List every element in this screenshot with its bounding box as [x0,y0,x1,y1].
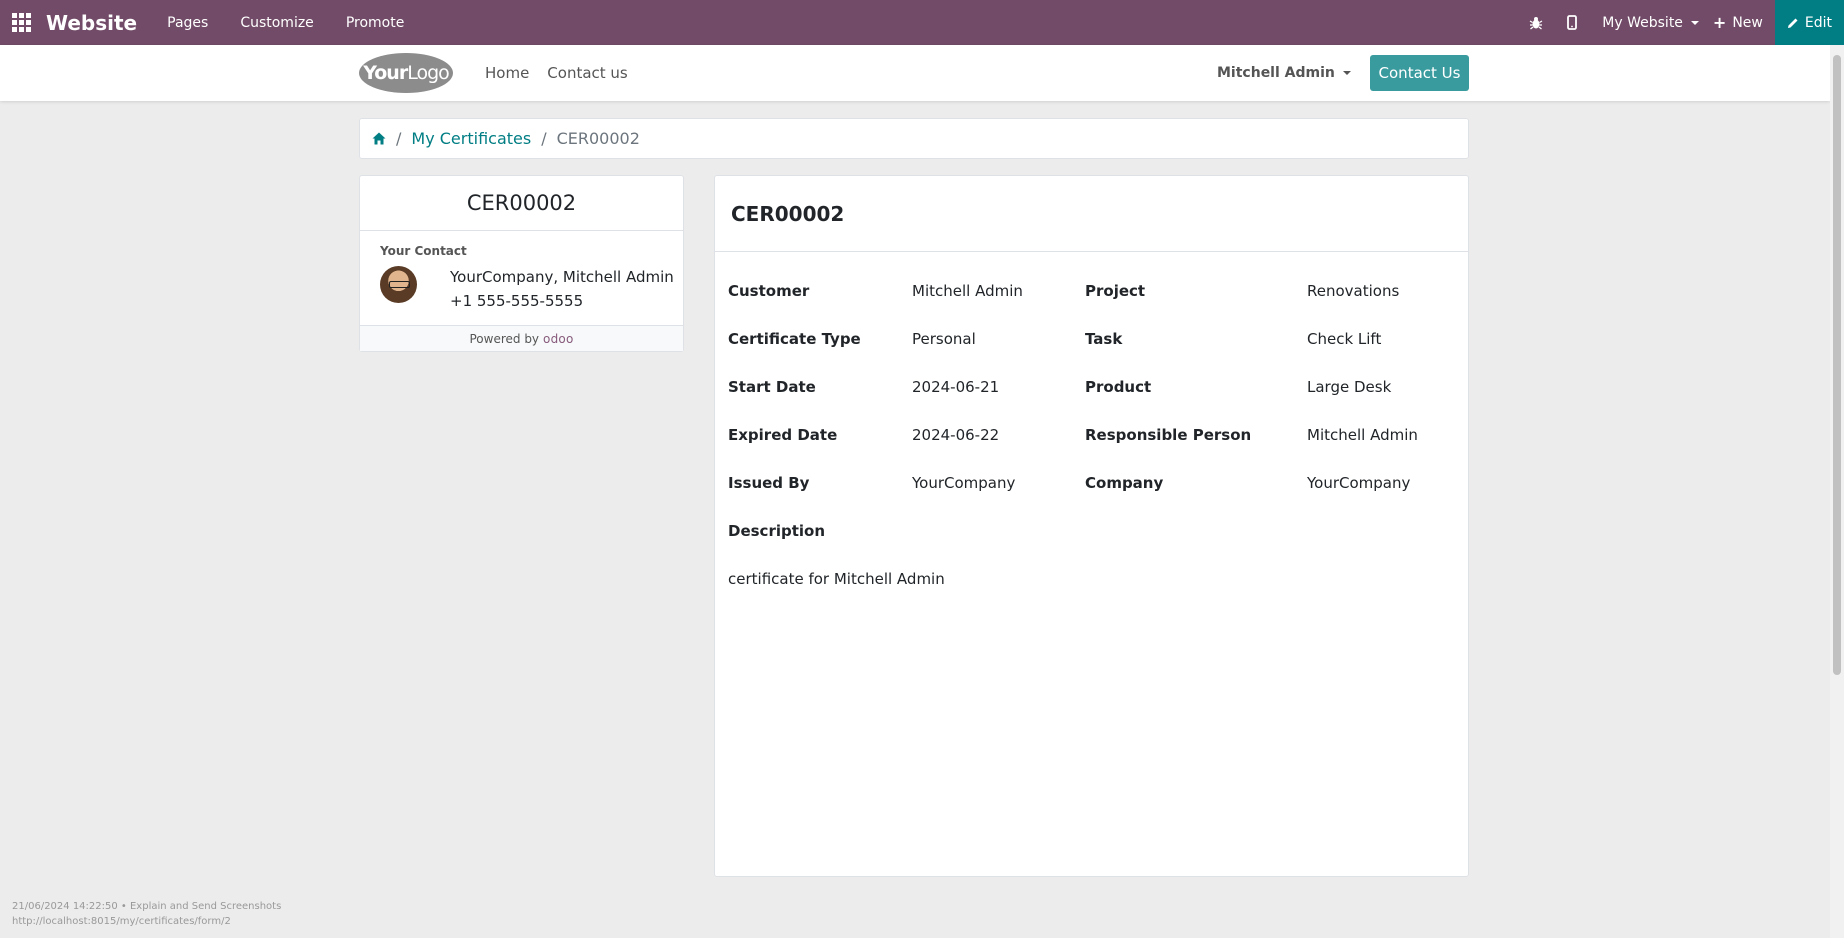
powered-by-label: Powered by [469,331,540,346]
website-selector-label: My Website [1602,14,1683,31]
odoo-logo[interactable]: odoo [543,332,573,346]
breadcrumb-separator: / [396,129,402,148]
site-nav: Home Contact us [485,45,628,101]
sidebar-card: CER00002 Your Contact YourCompany, Mitch… [359,175,684,352]
responsible-person-value: Mitchell Admin [1307,426,1418,444]
site-logo[interactable]: Your Logo [359,53,453,93]
mobile-preview-icon[interactable] [1554,0,1590,45]
customer-value: Mitchell Admin [912,282,1023,300]
product-label: Product [1085,378,1152,396]
product-value: Large Desk [1307,378,1392,396]
overlay-timestamp: 21/06/2024 14:22:50 • Explain and Send S… [12,901,282,912]
certificate-title: CER00002 [715,176,1468,252]
scrollbar-thumb[interactable] [1833,55,1841,675]
certificate-card: CER00002 Customer Mitchell Admin Project… [714,175,1469,877]
avatar [380,266,417,303]
task-label: Task [1085,330,1123,348]
app-brand[interactable]: Website [46,11,137,35]
breadcrumb-current: CER00002 [556,129,640,148]
apps-menu-icon[interactable] [0,0,42,45]
powered-by: Powered by odoo [360,325,683,351]
task-value: Check Lift [1307,330,1382,348]
edit-button-label: Edit [1804,14,1832,31]
company-value: YourCompany [1307,474,1411,492]
contact-phone: +1 555-555-5555 [450,292,584,310]
contact-name: YourCompany, Mitchell Admin [450,268,674,286]
project-value: Renovations [1307,282,1400,300]
user-name: Mitchell Admin [1217,65,1335,81]
logo-text-bold: Your [363,62,408,84]
page-scrollbar[interactable] [1830,45,1844,938]
menu-promote[interactable]: Promote [346,15,405,31]
project-label: Project [1085,282,1146,300]
certificate-type-label: Certificate Type [728,330,861,348]
company-label: Company [1085,474,1164,492]
customer-label: Customer [728,282,810,300]
pencil-icon [1787,18,1798,28]
breadcrumb-separator: / [541,129,547,148]
home-icon[interactable] [372,132,386,145]
bug-icon[interactable] [1518,0,1554,45]
expired-date-value: 2024-06-22 [912,426,1000,444]
start-date-label: Start Date [728,378,816,396]
description-value: certificate for Mitchell Admin [728,570,945,588]
contact-label: Your Contact [380,244,467,258]
issued-by-label: Issued By [728,474,810,492]
caret-down-icon [1690,20,1699,25]
overlay-url: http://localhost:8015/my/certificates/fo… [12,916,231,927]
plus-icon: + [1712,13,1727,32]
screenshot-overlay: 21/06/2024 14:22:50 • Explain and Send S… [12,899,281,929]
contact-us-button[interactable]: Contact Us [1370,55,1469,91]
nav-contact-us[interactable]: Contact us [547,64,627,82]
edit-button[interactable]: Edit [1774,0,1844,45]
certificate-type-value: Personal [912,330,976,348]
new-button[interactable]: + New [1713,13,1763,32]
caret-down-icon [1342,71,1351,75]
issued-by-value: YourCompany [912,474,1016,492]
sidebar-title: CER00002 [360,176,683,231]
menu-customize[interactable]: Customize [240,15,314,31]
responsible-person-label: Responsible Person [1085,426,1252,444]
admin-topbar: Website Pages Customize Promote My Websi… [0,0,1844,45]
menu-pages[interactable]: Pages [167,15,208,31]
breadcrumb-my-certificates[interactable]: My Certificates [411,129,531,148]
nav-home[interactable]: Home [485,64,529,82]
logo-text-light: Logo [407,62,450,84]
website-selector[interactable]: My Website [1602,15,1699,31]
breadcrumb: / My Certificates / CER00002 [359,118,1469,159]
site-header: Your Logo Home Contact us Mitchell Admin … [0,45,1830,101]
user-menu[interactable]: Mitchell Admin [1217,45,1351,101]
expired-date-label: Expired Date [728,426,838,444]
new-button-label: New [1732,14,1763,31]
description-label: Description [728,522,826,540]
start-date-value: 2024-06-21 [912,378,1000,396]
